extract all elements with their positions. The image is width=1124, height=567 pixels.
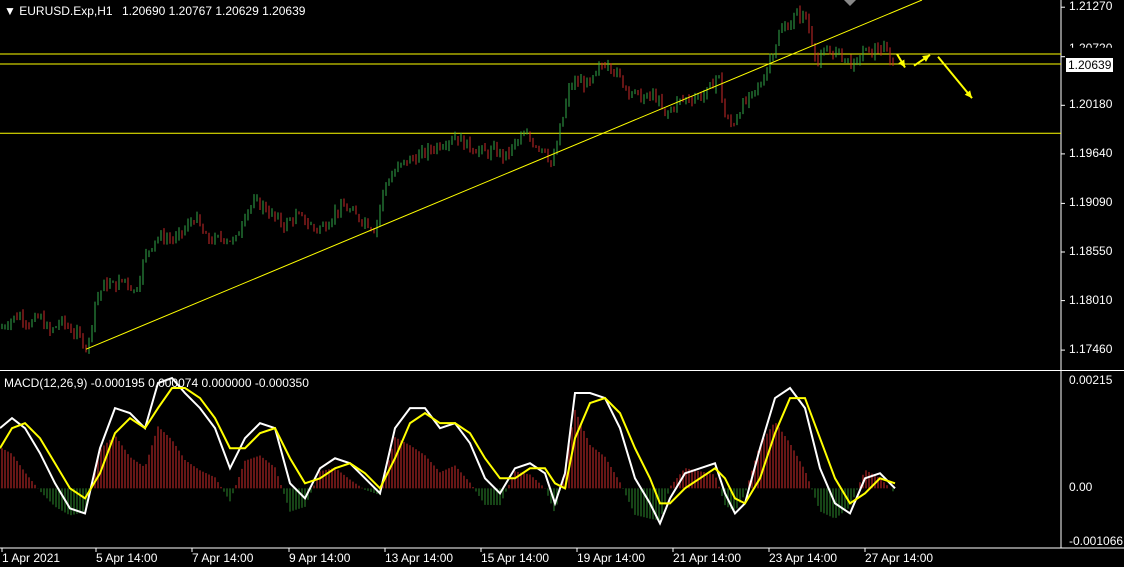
macd-tick-label: 0.00 [1069, 480, 1093, 495]
macd-tick-label: 0.00215 [1069, 372, 1113, 387]
chart-frame [0, 0, 1124, 549]
macd-tick-label: -0.001066 [1069, 533, 1124, 548]
y-tick-label: 1.20180 [1069, 97, 1113, 112]
forecast-arrows [896, 53, 973, 99]
x-tick-label: 9 Apr 14:00 [289, 551, 351, 565]
y-tick-label: 1.17460 [1069, 342, 1113, 357]
y-tick-label: 1.19640 [1069, 145, 1113, 160]
symbol-header: ▼ EURUSD.Exp,H1 1.20690 1.20767 1.20629 … [4, 4, 305, 18]
macd-header: MACD(12,26,9) -0.000195 0.000074 0.00000… [4, 376, 309, 390]
x-tick-label: 27 Apr 14:00 [865, 551, 934, 565]
x-tick-label: 23 Apr 14:00 [769, 551, 838, 565]
forecast-arrow [937, 56, 973, 99]
x-tick-label: 1 Apr 2021 [2, 551, 61, 565]
ohlc-values: 1.20690 1.20767 1.20629 1.20639 [121, 4, 306, 18]
y-tick-label: 1.18010 [1069, 292, 1113, 307]
trendline [85, 0, 923, 350]
y-tick-label: 1.19090 [1069, 195, 1113, 210]
x-tick-label: 5 Apr 14:00 [96, 551, 158, 565]
scroll-marker-icon [844, 0, 856, 6]
current-price-tag: 1.20639 [1066, 58, 1114, 72]
candlesticks [1, 5, 894, 354]
dropdown-triangle-icon[interactable]: ▼ [4, 4, 16, 18]
x-tick-label: 13 Apr 14:00 [385, 551, 454, 565]
y-tick-label: 1.18550 [1069, 244, 1113, 258]
x-tick-label: 19 Apr 14:00 [577, 551, 646, 565]
y-tick-label: 1.21270 [1069, 0, 1113, 14]
x-tick-label: 7 Apr 14:00 [192, 551, 254, 565]
horizontal-lines [0, 53, 1061, 134]
chart-canvas [0, 0, 1124, 552]
x-tick-label: 15 Apr 14:00 [481, 551, 550, 565]
uptrend-line [85, 0, 923, 350]
symbol-name: EURUSD.Exp,H1 [19, 4, 113, 18]
x-tick-label: 21 Apr 14:00 [673, 551, 742, 565]
